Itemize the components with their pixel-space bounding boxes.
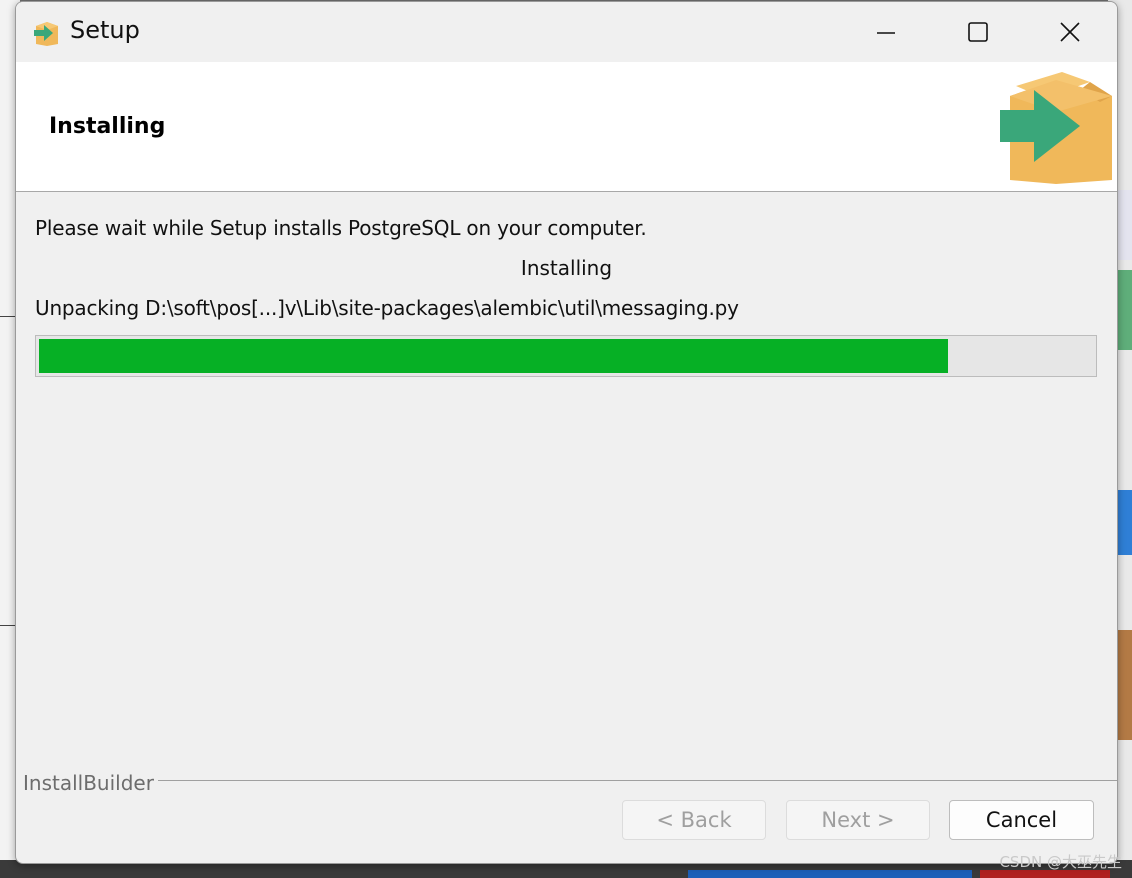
background-panel (688, 870, 972, 878)
setup-window: Setup Installing Please wait while Setup… (15, 1, 1118, 864)
page-title: Installing (49, 114, 166, 139)
page-header: Installing (16, 62, 1117, 192)
progress-bar (35, 335, 1097, 377)
installer-box-arrow-icon (1000, 72, 1112, 184)
watermark: CSDN @大巫先生 (999, 853, 1122, 871)
maximize-icon (968, 22, 988, 42)
minimize-button[interactable] (840, 2, 932, 62)
progress-bar-fill (39, 339, 948, 373)
window-title: Setup (70, 16, 140, 44)
install-progress-panel: Please wait while Setup installs Postgre… (16, 192, 1117, 772)
footer-divider (23, 780, 1117, 781)
back-button[interactable]: < Back (622, 800, 766, 840)
next-button[interactable]: Next > (786, 800, 930, 840)
installbuilder-brand: InstallBuilder (23, 771, 158, 795)
close-icon (1060, 22, 1080, 42)
cancel-button[interactable]: Cancel (949, 800, 1094, 840)
minimize-icon (877, 32, 895, 34)
install-detail-path: Unpacking D:\soft\pos[...]v\Lib\site-pac… (35, 296, 739, 320)
dialog-footer: InstallBuilder < Back Next > Cancel (16, 771, 1117, 863)
maximize-button[interactable] (932, 2, 1024, 62)
title-bar[interactable]: Setup (16, 2, 1117, 62)
installer-app-icon (34, 22, 58, 46)
close-button[interactable] (1024, 2, 1116, 62)
install-message: Please wait while Setup installs Postgre… (35, 216, 647, 240)
install-status: Installing (520, 256, 613, 280)
